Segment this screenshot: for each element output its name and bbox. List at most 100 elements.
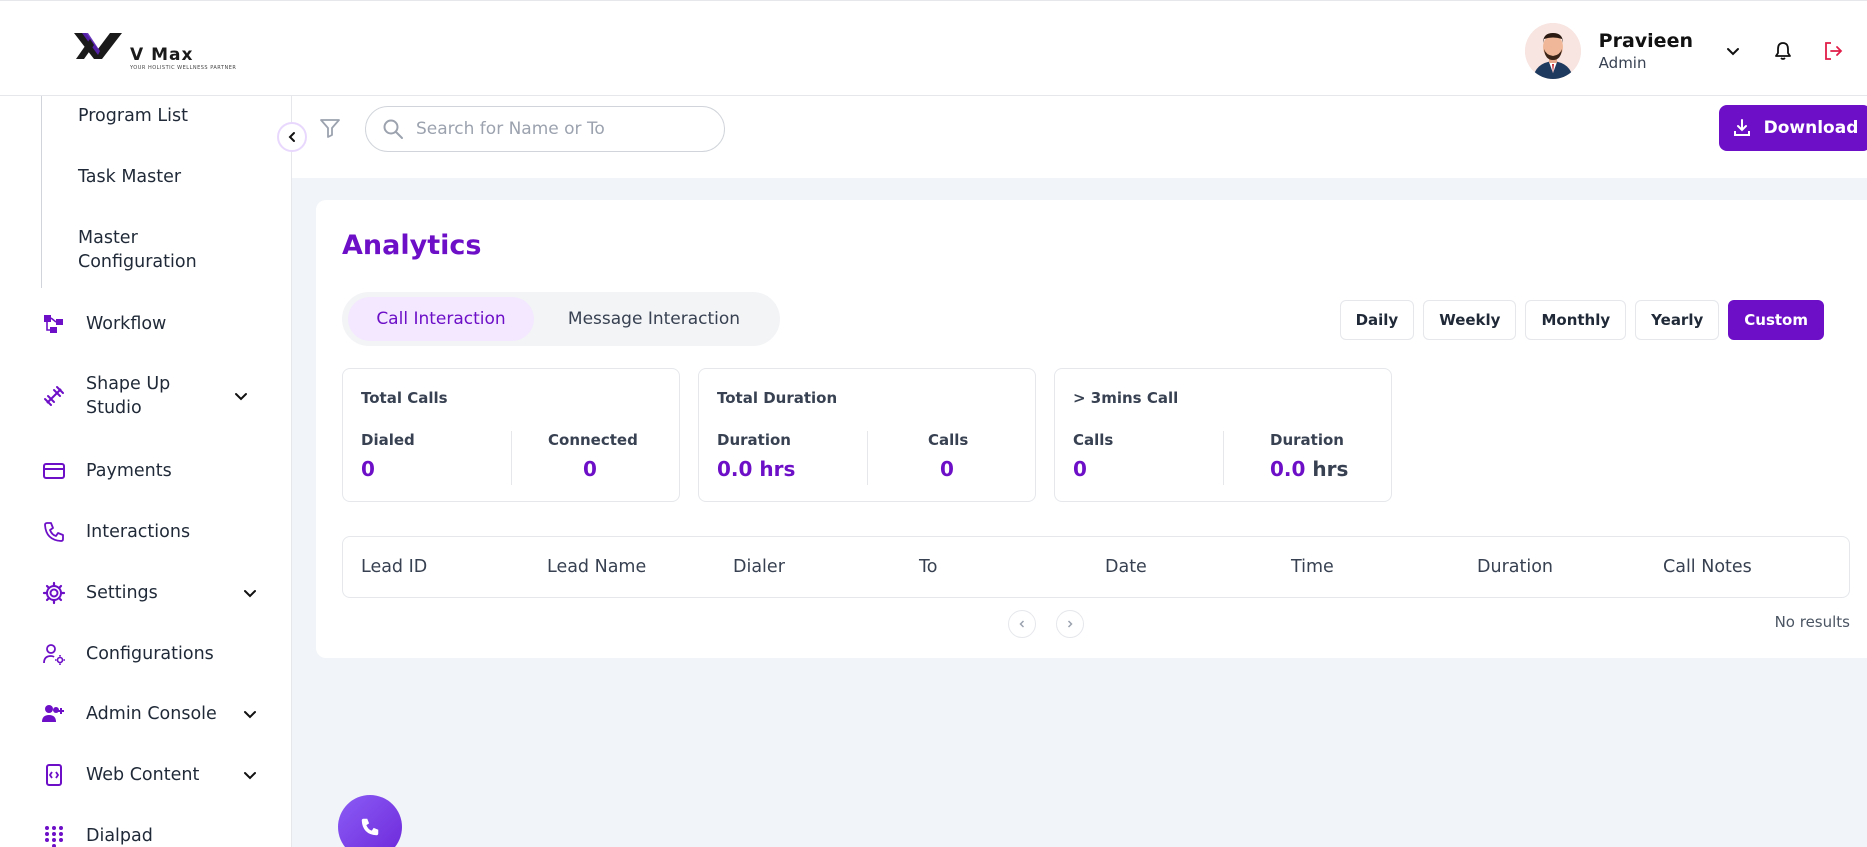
stat-label: Duration [1270,431,1344,449]
users-plus-icon [40,700,68,728]
stat-label: Connected [548,431,638,449]
submenu-line [41,96,42,288]
chevron-down-icon[interactable] [1719,37,1747,65]
stat-card-total-duration: Total Duration Duration 0.0 hrs Calls 0 [698,368,1036,502]
stat-unit: hrs [1312,457,1349,481]
filter-icon[interactable] [318,116,344,142]
sidebar-item-label: Dialpad [86,826,153,846]
stat-divider [511,431,512,485]
sidebar-item-admin-console[interactable]: Admin Console [40,700,260,728]
sidebar: Program List Task Master Master Configur… [0,96,292,847]
stat-label: Duration [717,431,791,449]
pagination [1008,610,1084,638]
stat-label: Calls [1073,431,1114,449]
stat-column: Dialed 0 [361,431,511,481]
range-custom-button[interactable]: Custom [1728,300,1824,340]
vmax-logo-icon [74,33,122,59]
sidebar-collapse-button[interactable] [277,122,307,152]
empty-state-text: No results [1774,613,1850,631]
phone-icon [361,818,379,836]
workflow-icon [40,310,68,338]
sidebar-item-settings[interactable]: Settings [40,579,260,607]
stat-card-over-3mins: > 3mins Call Calls 0 Duration 0.0 hrs [1054,368,1392,502]
sidebar-subitem-task-master[interactable]: Task Master [78,165,181,189]
interaction-tabs: Call Interaction Message Interaction [342,292,780,346]
chevron-down-icon[interactable] [231,386,251,406]
chevron-left-icon [1019,620,1025,628]
search-box [365,106,725,152]
range-daily-button[interactable]: Daily [1339,300,1415,340]
dumbbell-icon [40,382,68,410]
sidebar-item-label: Web Content [86,765,200,785]
user-gear-icon [40,640,68,668]
analytics-card: Analytics Call Interaction Message Inter… [316,200,1867,658]
stat-column: Duration 0.0 hrs [717,431,867,481]
stat-divider [1223,431,1224,485]
column-header-date[interactable]: Date [1105,557,1291,577]
stat-title: Total Calls [361,389,448,407]
column-header-call-notes[interactable]: Call Notes [1663,557,1849,577]
sidebar-item-label: Payments [86,461,172,481]
search-icon [383,119,403,139]
chevron-down-icon[interactable] [240,765,260,785]
range-weekly-button[interactable]: Weekly [1423,300,1517,340]
search-input[interactable] [416,119,696,139]
column-header-lead-id[interactable]: Lead ID [361,557,547,577]
column-header-dialer[interactable]: Dialer [733,557,919,577]
stat-number: 0.0 [1270,457,1306,481]
bell-icon[interactable] [1769,37,1797,65]
tab-message-interaction[interactable]: Message Interaction [534,297,774,341]
toolbar: Download [292,96,1867,178]
chevron-down-icon[interactable] [240,704,260,724]
column-header-duration[interactable]: Duration [1477,557,1663,577]
download-label: Download [1763,118,1859,138]
calls-table-header: Lead ID Lead Name Dialer To Date Time Du… [342,536,1850,598]
logout-icon[interactable] [1819,37,1847,65]
stat-column: Duration 0.0 hrs [1270,431,1420,481]
sidebar-item-label: Settings [86,583,158,603]
column-header-lead-name[interactable]: Lead Name [547,557,733,577]
stat-value: 0 [583,457,597,481]
sidebar-item-configurations[interactable]: Configurations [40,640,260,668]
user-name: Pravieen [1598,30,1693,52]
stat-divider [867,431,868,485]
stat-value: 0 [361,457,375,481]
sidebar-item-label: Workflow [86,314,167,334]
column-header-to[interactable]: To [919,557,1105,577]
stat-column: Connected 0 [548,431,698,481]
download-icon [1733,119,1750,136]
brand-name: V Max [130,45,194,65]
sidebar-item-dialpad[interactable]: Dialpad [40,822,260,847]
top-header: V Max YOUR HOLISTIC WELLNESS PARTNER Pra… [0,0,1867,96]
sidebar-item-interactions[interactable]: Interactions [40,518,260,546]
range-yearly-button[interactable]: Yearly [1635,300,1720,340]
stat-card-total-calls: Total Calls Dialed 0 Connected 0 [342,368,680,502]
stat-title: Total Duration [717,389,838,407]
sidebar-item-label: Interactions [86,522,191,542]
prev-page-button[interactable] [1008,610,1036,638]
next-page-button[interactable] [1056,610,1084,638]
stat-value: 0.0 hrs [717,457,796,481]
column-header-time[interactable]: Time [1291,557,1477,577]
range-monthly-button[interactable]: Monthly [1525,300,1627,340]
sidebar-item-label: Admin Console [86,704,217,724]
sidebar-item-label: Configurations [86,644,214,664]
main-content: Download Analytics Call Interaction Mess… [292,96,1867,847]
tab-call-interaction[interactable]: Call Interaction [348,297,534,341]
sidebar-item-shape-up-studio[interactable]: Shape Up Studio [40,372,260,420]
dialpad-icon [40,822,68,847]
phone-icon [40,518,68,546]
sidebar-item-workflow[interactable]: Workflow [40,310,260,338]
sidebar-subitem-program-list[interactable]: Program List [78,104,188,128]
sidebar-item-web-content[interactable]: Web Content [40,761,260,789]
chevron-down-icon[interactable] [240,583,260,603]
sidebar-item-payments[interactable]: Payments [40,457,260,485]
page-title: Analytics [342,230,482,261]
sidebar-subitem-master-configuration[interactable]: Master Configuration [78,226,208,274]
avatar[interactable] [1524,23,1581,79]
download-button[interactable]: Download [1719,105,1867,151]
stat-column: Calls 0 [1073,431,1223,481]
sidebar-item-label: Shape Up Studio [86,374,171,418]
gear-icon [40,579,68,607]
brand-logo[interactable]: V Max YOUR HOLISTIC WELLNESS PARTNER [72,29,236,73]
